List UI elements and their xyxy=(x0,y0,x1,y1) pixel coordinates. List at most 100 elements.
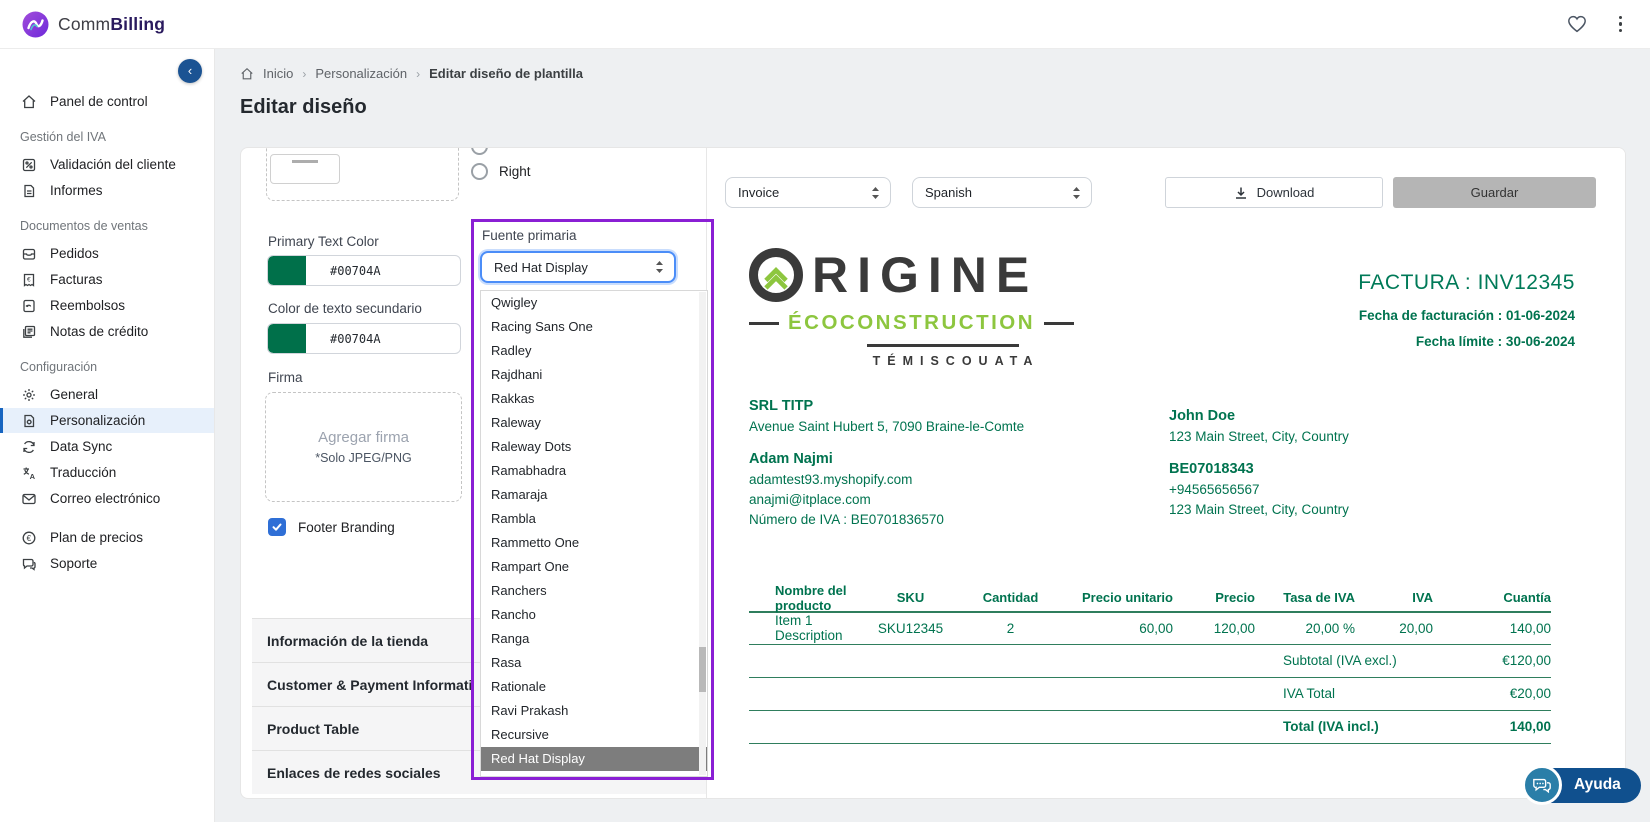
svg-text:€: € xyxy=(26,533,31,542)
sidebar-item-informes[interactable]: Informes xyxy=(0,178,214,203)
main-area: Inicio › Personalización › Editar diseño… xyxy=(215,49,1650,822)
sidebar-item-validacion-del-cliente[interactable]: Validación del cliente xyxy=(0,152,214,177)
sidebar-item-panel-de-control[interactable]: Panel de control xyxy=(0,89,214,114)
logo-thumbnail xyxy=(270,154,340,184)
save-button[interactable]: Guardar xyxy=(1393,177,1596,208)
sidebar-item-label: General xyxy=(50,387,98,402)
font-option[interactable]: Rampart One xyxy=(481,555,707,579)
font-option[interactable]: Ramaraja xyxy=(481,483,707,507)
contact-name: Adam Najmi xyxy=(749,451,1169,467)
font-option[interactable]: Ramabhadra xyxy=(481,459,707,483)
font-option[interactable]: Radley xyxy=(481,339,707,363)
font-option[interactable]: Ravi Prakash xyxy=(481,699,707,723)
cell-sku: SKU12345 xyxy=(858,621,963,636)
sidebar-item-plan-de-precios[interactable]: € Plan de precios xyxy=(0,525,214,550)
buyer-name: John Doe xyxy=(1169,408,1349,424)
vat-total-value: €20,00 xyxy=(1433,686,1551,701)
logo-upload-box[interactable] xyxy=(266,147,459,201)
font-option-selected[interactable]: Red Hat Display xyxy=(481,747,707,771)
contact-vat: Número de IVA : BE0701836570 xyxy=(749,512,1169,527)
invoice-due-date: Fecha límite : 30-06-2024 xyxy=(1358,334,1575,349)
signature-upload-box[interactable]: Agregar firma *Solo JPEG/PNG xyxy=(265,392,462,502)
buyer-address: 123 Main Street, City, Country xyxy=(1169,429,1349,444)
grand-total-value: 140,00 xyxy=(1433,719,1551,734)
col-header: IVA xyxy=(1355,590,1433,605)
col-header: Precio xyxy=(1173,590,1255,605)
sidebar-item-label: Reembolsos xyxy=(50,298,125,313)
breadcrumb-section[interactable]: Personalización xyxy=(315,66,407,81)
font-option[interactable]: Rancho xyxy=(481,603,707,627)
secondary-color-input[interactable]: #00704A xyxy=(267,323,461,354)
topbar: CommBilling xyxy=(0,0,1650,49)
font-option[interactable]: Qwigley xyxy=(481,291,707,315)
footer-branding-option[interactable]: Footer Branding xyxy=(268,518,395,536)
select-arrows-icon xyxy=(655,260,664,274)
buyer-address2: 123 Main Street, City, Country xyxy=(1169,502,1349,517)
breadcrumb-home-icon[interactable] xyxy=(240,67,254,81)
font-option[interactable]: Rationale xyxy=(481,675,707,699)
vat-total-row: IVA Total €20,00 xyxy=(749,678,1551,711)
logo-dash xyxy=(1044,322,1074,325)
list-scrollbar[interactable] xyxy=(699,292,706,775)
template-icon xyxy=(20,412,37,429)
font-option[interactable]: Racing Sans One xyxy=(481,315,707,339)
font-option[interactable]: Rasa xyxy=(481,651,707,675)
alignment-option-right[interactable]: Right xyxy=(471,163,531,180)
sidebar-item-correo-electronico[interactable]: Correo electrónico xyxy=(0,486,214,511)
sidebar-item-pedidos[interactable]: Pedidos xyxy=(0,241,214,266)
col-header: Tasa de IVA xyxy=(1255,590,1355,605)
sidebar-item-notas-de-credito[interactable]: Notas de crédito xyxy=(0,319,214,344)
invoice-icon: € xyxy=(20,271,37,288)
sidebar-item-data-sync[interactable]: Data Sync xyxy=(0,434,214,459)
font-select-label: Fuente primaria xyxy=(482,228,577,243)
font-option[interactable]: Ranchers xyxy=(481,579,707,603)
font-option[interactable]: Ranga xyxy=(481,627,707,651)
primary-color-swatch[interactable] xyxy=(268,256,306,285)
font-option[interactable]: Rajdhani xyxy=(481,363,707,387)
font-option[interactable]: Rammetto One xyxy=(481,531,707,555)
breadcrumb-separator: › xyxy=(302,67,306,81)
grand-total-label: Total (IVA incl.) xyxy=(1283,719,1433,734)
font-option[interactable]: Rakkas xyxy=(481,387,707,411)
sidebar-item-label: Soporte xyxy=(50,556,97,571)
sidebar-item-traduccion[interactable]: A Traducción xyxy=(0,460,214,485)
contact-website: adamtest93.myshopify.com xyxy=(749,472,1169,487)
secondary-color-label: Color de texto secundario xyxy=(268,301,422,316)
vat-validation-icon xyxy=(20,156,37,173)
sidebar-item-personalizacion[interactable]: Personalización xyxy=(0,408,214,433)
buyer-phone: +94565656567 xyxy=(1169,482,1349,497)
secondary-color-swatch[interactable] xyxy=(268,324,306,353)
document-type-select[interactable]: Invoice xyxy=(725,177,891,208)
sidebar-group-documentos-ventas: Documentos de ventas xyxy=(0,203,214,241)
product-table: Nombre del producto SKU Cantidad Precio … xyxy=(749,583,1575,744)
primary-color-input[interactable]: #00704A xyxy=(267,255,461,286)
cell-quantity: 2 xyxy=(963,621,1058,636)
favorite-heart-icon[interactable] xyxy=(1567,15,1587,33)
select-arrows-icon xyxy=(1072,186,1081,200)
breadcrumb-home[interactable]: Inicio xyxy=(263,66,293,81)
checkbox-checked-icon[interactable] xyxy=(268,518,286,536)
sidebar-item-reembolsos[interactable]: Reembolsos xyxy=(0,293,214,318)
font-option[interactable]: Recursive xyxy=(481,723,707,747)
sidebar-item-soporte[interactable]: Soporte xyxy=(0,551,214,576)
download-icon xyxy=(1234,186,1248,200)
font-option[interactable]: Rambla xyxy=(481,507,707,531)
font-option[interactable]: Raleway xyxy=(481,411,707,435)
scrollbar-thumb[interactable] xyxy=(699,647,706,692)
sidebar-item-general[interactable]: General xyxy=(0,382,214,407)
alignment-radio-partial[interactable] xyxy=(471,147,488,155)
refund-icon xyxy=(20,297,37,314)
download-button[interactable]: Download xyxy=(1165,177,1383,208)
sidebar-item-facturas[interactable]: € Facturas xyxy=(0,267,214,292)
footer-branding-label: Footer Branding xyxy=(298,520,395,535)
sidebar-item-label: Validación del cliente xyxy=(50,157,176,172)
help-button[interactable]: Ayuda xyxy=(1522,765,1641,805)
more-options-icon[interactable] xyxy=(1613,14,1629,35)
primary-font-select[interactable]: Red Hat Display xyxy=(480,251,676,283)
app-logo[interactable]: CommBilling xyxy=(22,11,165,38)
radio-icon[interactable] xyxy=(471,163,488,180)
font-option[interactable]: Raleway Dots xyxy=(481,435,707,459)
sidebar-collapse-button[interactable]: ‹ xyxy=(178,59,202,83)
language-select[interactable]: Spanish xyxy=(912,177,1092,208)
credit-note-icon xyxy=(20,323,37,340)
